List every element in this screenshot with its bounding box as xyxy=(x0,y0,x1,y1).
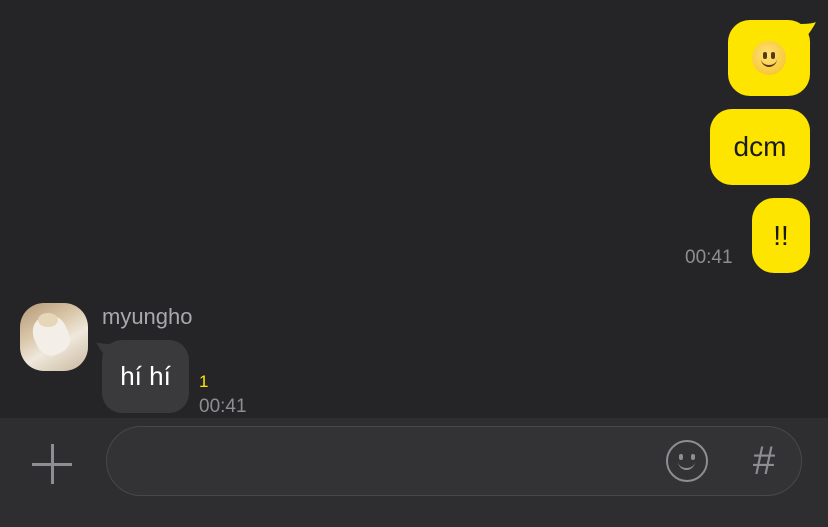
message-text: hí hí xyxy=(120,361,171,391)
avatar[interactable] xyxy=(20,303,88,371)
message-input-bar: # xyxy=(0,418,828,527)
hashtag-button[interactable]: # xyxy=(744,435,784,487)
plus-icon[interactable] xyxy=(30,442,74,486)
bubble-tail-icon xyxy=(798,22,816,40)
slightly-smiling-face-emoji-icon xyxy=(752,41,786,75)
message-timestamp: 00:41 xyxy=(199,396,247,417)
sender-name: myungho xyxy=(102,304,193,329)
outgoing-message-bubble[interactable]: dcm xyxy=(710,109,810,185)
message-timestamp: 00:41 xyxy=(685,247,733,268)
message-input-field[interactable]: # xyxy=(106,426,802,496)
outgoing-message-bubble[interactable]: !! xyxy=(752,198,810,273)
chat-message-area[interactable]: dcm !! 00:41 myungho hí hí 1 00:41 xyxy=(0,0,828,418)
incoming-message-bubble[interactable]: hí hí xyxy=(102,340,189,413)
unread-count-badge: 1 xyxy=(199,372,209,391)
smiley-icon[interactable] xyxy=(666,440,708,482)
message-text: dcm xyxy=(733,131,787,162)
message-text: !! xyxy=(773,219,789,251)
message-text-input[interactable] xyxy=(129,437,653,487)
